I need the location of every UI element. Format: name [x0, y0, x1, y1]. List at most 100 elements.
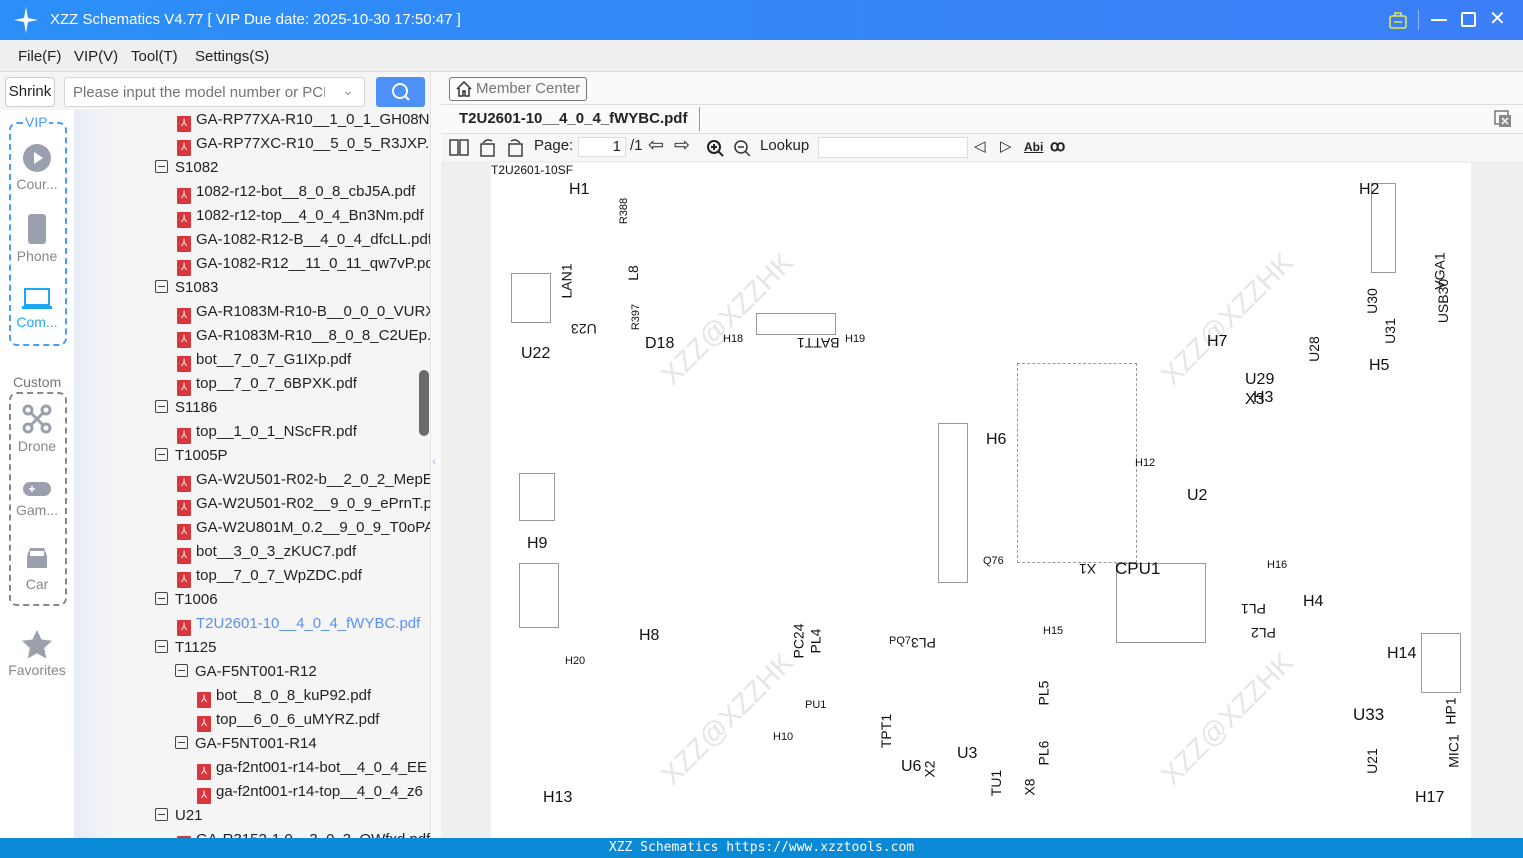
component-label[interactable]: LAN1: [559, 263, 575, 298]
find-prev-icon[interactable]: ◁: [974, 137, 986, 155]
component-label[interactable]: U28: [1306, 336, 1322, 362]
tree-file[interactable]: ⅄ GA-RP77XC-R10__5_0_5_R3JXP.pdf: [177, 132, 430, 156]
tree-file[interactable]: ⅄ bot__8_0_8_kuP92.pdf: [197, 684, 371, 708]
component-label[interactable]: VGA1: [1432, 252, 1448, 289]
component-label[interactable]: PL5: [1035, 681, 1051, 706]
search-input[interactable]: [65, 78, 325, 106]
minimize-button[interactable]: [1431, 19, 1447, 21]
collapse-toggle-icon[interactable]: [155, 808, 168, 821]
component-label[interactable]: H16: [1267, 559, 1287, 571]
tree-file[interactable]: ⅄ 1082-r12-bot__8_0_8_cbJ5A.pdf: [177, 180, 415, 204]
tree-file[interactable]: ⅄ 1082-r12-top__4_0_4_Bn3Nm.pdf: [177, 204, 424, 228]
rail-item-game[interactable]: Gam...: [0, 482, 74, 518]
binoculars-icon[interactable]: ꝏ: [1050, 137, 1065, 155]
search-button[interactable]: [376, 77, 425, 107]
component-label[interactable]: PU1: [805, 699, 826, 711]
zoom-out-icon[interactable]: [733, 139, 751, 157]
component-label[interactable]: PL1: [1241, 601, 1266, 617]
rotate-left-icon[interactable]: [479, 138, 497, 157]
find-next-icon[interactable]: ▷: [1000, 137, 1012, 155]
component-label[interactable]: H9: [527, 535, 547, 553]
component-label[interactable]: X2: [922, 760, 938, 777]
rotate-right-icon[interactable]: [506, 138, 524, 157]
component-label[interactable]: U22: [521, 345, 550, 363]
tree-folder[interactable]: T1006: [155, 588, 218, 612]
document-canvas[interactable]: T2U2601-10SF XZZ@XZZHK XZZ@XZZHK XZZ@XZZ…: [441, 161, 1523, 838]
tree-file[interactable]: ⅄ GA-RP77XA-R10__1_0_1_GH08N.pdf: [177, 110, 430, 132]
tree-file[interactable]: ⅄ GA-W2U801M_0.2__9_0_9_T0oPA: [177, 516, 430, 540]
component-label[interactable]: BATT1: [797, 335, 840, 351]
component-label[interactable]: R397: [630, 304, 642, 330]
rail-item-phone[interactable]: Phone: [0, 214, 74, 264]
collapse-toggle-icon[interactable]: [155, 160, 168, 173]
tree-folder[interactable]: T1125: [155, 636, 216, 660]
component-label[interactable]: TPT1: [878, 714, 894, 748]
favorites-button[interactable]: Favorites: [0, 630, 74, 678]
component-label[interactable]: U29: [1245, 371, 1274, 389]
menu-file[interactable]: File(F): [18, 48, 61, 65]
two-page-icon[interactable]: [449, 139, 469, 156]
tree-file[interactable]: ⅄ ga-f2nt001-r14-bot__4_0_4_EE: [197, 756, 427, 780]
component-label[interactable]: U33: [1353, 705, 1384, 725]
component-label[interactable]: H13: [543, 789, 572, 807]
match-case-icon[interactable]: Abi: [1024, 140, 1043, 154]
collapse-icon[interactable]: ‹: [432, 454, 436, 468]
tree-folder[interactable]: GA-F5NT001-R12: [175, 660, 317, 684]
component-label[interactable]: PL3: [911, 635, 936, 651]
component-label[interactable]: H19: [845, 333, 865, 345]
component-label[interactable]: H8: [639, 627, 659, 645]
component-label[interactable]: U3: [957, 745, 977, 763]
tree-folder[interactable]: T1005P: [155, 444, 228, 468]
tree-file[interactable]: ⅄ bot__7_0_7_G1IXp.pdf: [177, 348, 351, 372]
tree-file[interactable]: ⅄ ga-f2nt001-r14-top__4_0_4_z6: [197, 780, 423, 804]
briefcase-icon[interactable]: [1389, 11, 1407, 29]
tree-file[interactable]: ⅄ top__1_0_1_NScFR.pdf: [177, 420, 357, 444]
collapse-toggle-icon[interactable]: [155, 592, 168, 605]
tree-file[interactable]: ⅄ GA-1082-R12__11_0_11_qw7vP.pdf: [177, 252, 430, 276]
rail-item-car[interactable]: Car: [0, 546, 74, 592]
collapse-toggle-icon[interactable]: [175, 664, 188, 677]
component-label[interactable]: H18: [723, 333, 743, 345]
tree-file[interactable]: ⅄ bot__3_0_3_zKUC7.pdf: [177, 540, 356, 564]
component-label[interactable]: PL4: [807, 629, 823, 654]
component-label[interactable]: H20: [565, 655, 585, 667]
panel-splitter[interactable]: ‹: [430, 72, 441, 838]
tree-folder[interactable]: GA-F5NT001-R14: [175, 732, 317, 756]
tree-file[interactable]: ⅄ GA-W2U501-R02__9_0_9_ePrnT.pdf: [177, 492, 430, 516]
component-label[interactable]: PL6: [1035, 741, 1051, 766]
component-label[interactable]: U2: [1187, 487, 1207, 505]
collapse-toggle-icon[interactable]: [155, 448, 168, 461]
prev-page-icon[interactable]: ⇦: [648, 134, 664, 157]
component-label[interactable]: HP1: [1443, 697, 1459, 724]
component-label[interactable]: X1: [1079, 561, 1096, 577]
component-label[interactable]: U30: [1364, 288, 1380, 314]
component-label[interactable]: R388: [618, 198, 630, 224]
tree-file[interactable]: ⅄ GA-W2U501-R02-b__2_0_2_MepE: [177, 468, 430, 492]
tree-folder[interactable]: S1082: [155, 156, 218, 180]
page-input[interactable]: 1: [578, 137, 626, 157]
component-label[interactable]: Q76: [983, 555, 1004, 567]
tree-file[interactable]: ⅄ T2U2601-10__4_0_4_fWYBC.pdf: [177, 612, 420, 636]
maximize-button[interactable]: [1461, 12, 1476, 27]
component-label[interactable]: H12: [1135, 457, 1155, 469]
collapse-toggle-icon[interactable]: [155, 280, 168, 293]
component-label[interactable]: H7: [1207, 333, 1227, 351]
menu-tool[interactable]: Tool(T): [131, 48, 178, 65]
tab-document[interactable]: T2U2601-10__4_0_4_fWYBC.pdf: [459, 110, 687, 127]
member-center-button[interactable]: Member Center: [449, 77, 587, 101]
component-label[interactable]: U23: [571, 321, 597, 337]
search-combobox[interactable]: ⌄: [64, 77, 365, 107]
component-label[interactable]: U31: [1382, 318, 1398, 344]
component-label[interactable]: H6: [986, 431, 1006, 449]
tree-folder[interactable]: S1083: [155, 276, 218, 300]
menu-settings[interactable]: Settings(S): [195, 48, 269, 65]
shrink-button[interactable]: Shrink: [5, 77, 55, 107]
tree-file[interactable]: ⅄ GA-R1083M-R10__8_0_8_C2UEp.pdf: [177, 324, 430, 348]
component-label[interactable]: H14: [1387, 645, 1416, 663]
lookup-input[interactable]: [818, 137, 968, 158]
zoom-in-icon[interactable]: [706, 139, 724, 157]
component-label[interactable]: H2: [1359, 181, 1379, 199]
close-button[interactable]: ✕: [1489, 7, 1506, 31]
component-label[interactable]: CPU1: [1115, 559, 1160, 579]
component-label[interactable]: L8: [625, 265, 641, 281]
